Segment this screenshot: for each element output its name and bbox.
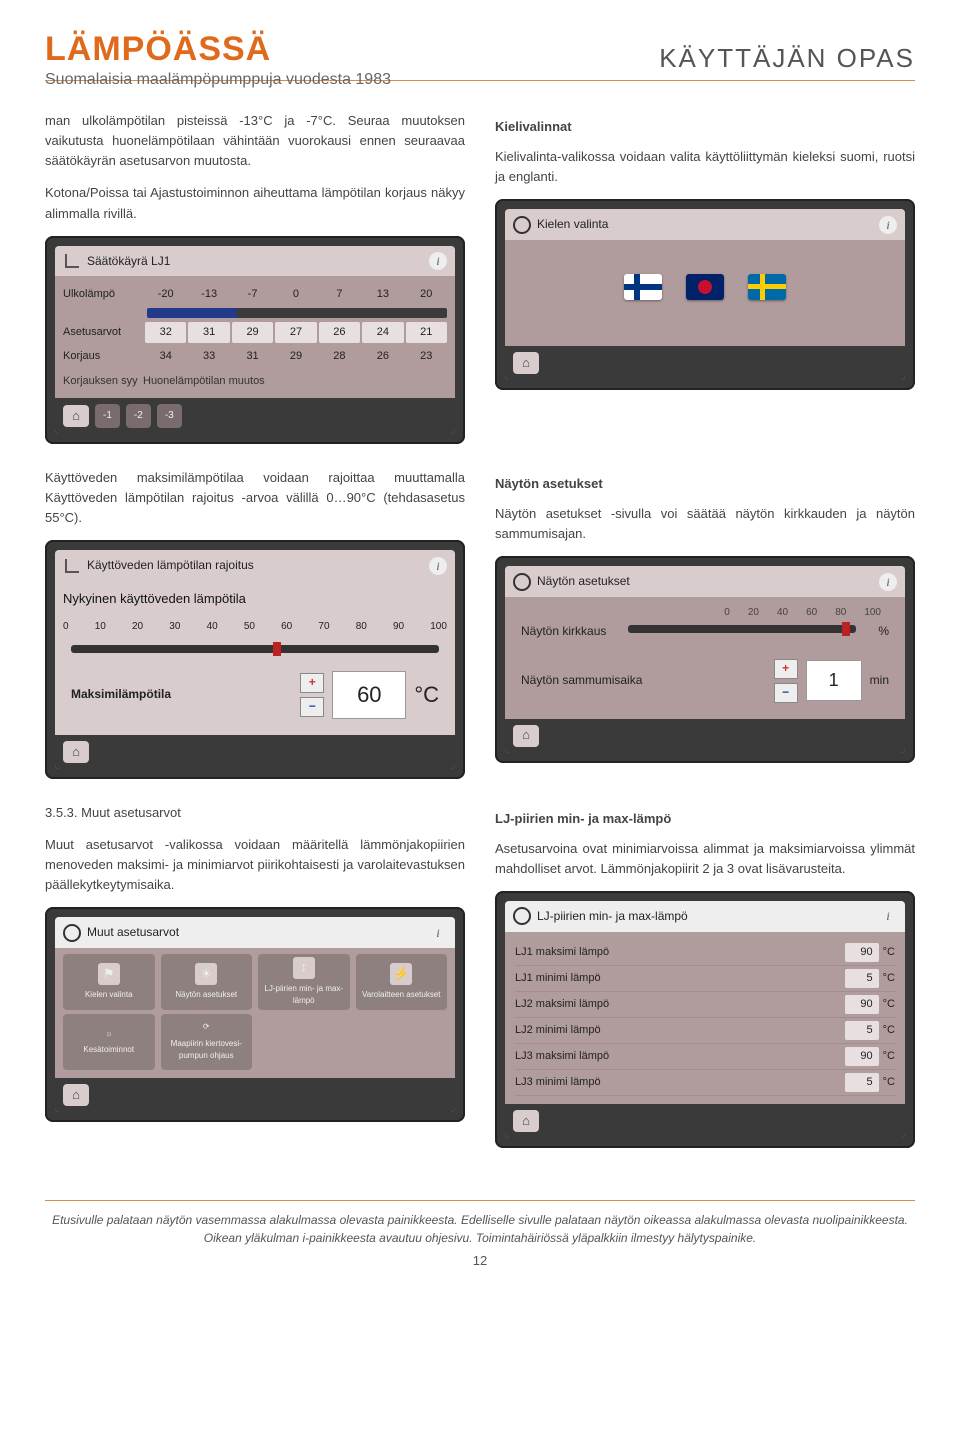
section-title: LJ-piirien min- ja max-lämpö bbox=[495, 809, 915, 829]
flag-fi[interactable] bbox=[624, 274, 662, 300]
info-icon[interactable]: i bbox=[879, 216, 897, 234]
footer-note: Etusivulle palataan näytön vasemmassa al… bbox=[45, 1200, 915, 1247]
section-title: Näytön asetukset bbox=[495, 474, 915, 494]
row-label: Korjauksen syy bbox=[63, 373, 143, 390]
home-button[interactable]: ⌂ bbox=[63, 741, 89, 763]
home-button[interactable]: ⌂ bbox=[63, 1084, 89, 1106]
info-icon[interactable]: i bbox=[879, 573, 897, 591]
minus-button[interactable]: − bbox=[300, 697, 324, 717]
info-icon[interactable]: i bbox=[879, 907, 897, 925]
home-button[interactable]: ⌂ bbox=[513, 725, 539, 747]
brightness-slider[interactable] bbox=[628, 625, 856, 633]
gear-icon bbox=[63, 924, 81, 942]
row-value: Huonelämpötilan muutos bbox=[143, 373, 447, 390]
value-display: 1 bbox=[806, 660, 862, 702]
value-display: 60 bbox=[332, 671, 406, 719]
menu-item[interactable]: ⚑Kielen valinta bbox=[63, 954, 155, 1010]
chart-icon bbox=[63, 557, 81, 575]
list-item[interactable]: LJ2 minimi lämpö5°C bbox=[515, 1018, 895, 1044]
chip[interactable]: -2 bbox=[126, 404, 151, 428]
home-button[interactable]: ⌂ bbox=[63, 405, 89, 427]
ui-saatokayra: Säätökäyrä LJ1 i Ulkolämpö -20 -13 -7 0 … bbox=[45, 236, 465, 444]
list-item[interactable]: LJ3 minimi lämpö5°C bbox=[515, 1070, 895, 1096]
panel-title: Säätökäyrä LJ1 bbox=[87, 252, 170, 271]
subsection-title: 3.5.3. Muut asetusarvot bbox=[45, 803, 465, 823]
paragraph: Muut asetusarvot -valikossa voidaan määr… bbox=[45, 835, 465, 895]
unit-label: % bbox=[878, 622, 889, 641]
minus-button[interactable]: − bbox=[774, 683, 798, 703]
paragraph: Näytön asetukset -sivulla voi säätää näy… bbox=[495, 504, 915, 544]
flag-uk[interactable] bbox=[686, 274, 724, 300]
panel-title: Käyttöveden lämpötilan rajoitus bbox=[87, 556, 254, 575]
list-item[interactable]: LJ2 maksimi lämpö90°C bbox=[515, 992, 895, 1018]
gear-icon bbox=[513, 216, 531, 234]
ui-kayttovesi: Käyttöveden lämpötilan rajoitus i Nykyin… bbox=[45, 540, 465, 778]
gear-icon bbox=[513, 573, 531, 591]
panel-title: LJ-piirien min- ja max-lämpö bbox=[537, 907, 688, 926]
info-icon[interactable]: i bbox=[429, 557, 447, 575]
ui-kielen-valinta: Kielen valinta i ⌂ bbox=[495, 199, 915, 390]
paragraph: Kotona/Poissa tai Ajastustoiminnon aiheu… bbox=[45, 183, 465, 223]
temperature-slider[interactable] bbox=[71, 645, 439, 653]
flag-se[interactable] bbox=[748, 274, 786, 300]
list-item[interactable]: LJ3 maksimi lämpö90°C bbox=[515, 1044, 895, 1070]
menu-item[interactable]: ↕LJ-piirien min- ja max-lämpö bbox=[258, 954, 350, 1010]
ui-lj-piirit: LJ-piirien min- ja max-lämpö i LJ1 maksi… bbox=[495, 891, 915, 1148]
menu-item[interactable]: ⟳Maapiirin kiertovesi-pumpun ohjaus bbox=[161, 1014, 253, 1070]
menu-item[interactable]: ☼Kesätoiminnot bbox=[63, 1014, 155, 1070]
plus-button[interactable]: + bbox=[300, 673, 324, 693]
panel-title: Näytön asetukset bbox=[537, 572, 630, 591]
info-icon[interactable]: i bbox=[429, 924, 447, 942]
unit-label: min bbox=[870, 671, 889, 690]
row-label: Korjaus bbox=[63, 348, 143, 365]
home-button[interactable]: ⌂ bbox=[513, 1110, 539, 1132]
gear-icon bbox=[513, 907, 531, 925]
chart-icon bbox=[63, 252, 81, 270]
chip[interactable]: -1 bbox=[95, 404, 120, 428]
row-label: Ulkolämpö bbox=[63, 286, 143, 303]
paragraph: Kielivalinta-valikossa voidaan valita kä… bbox=[495, 147, 915, 187]
home-button[interactable]: ⌂ bbox=[513, 352, 539, 374]
section-title: Kielivalinnat bbox=[495, 117, 915, 137]
paragraph: Asetusarvoina ovat minimiarvoissa alimma… bbox=[495, 839, 915, 879]
menu-item[interactable]: ☀Näytön asetukset bbox=[161, 954, 253, 1010]
field-label: Näytön sammumisaika bbox=[521, 671, 642, 690]
ui-nayton-asetukset: Näytön asetukset i 0 20 40 60 80 100 bbox=[495, 556, 915, 762]
info-icon[interactable]: i bbox=[429, 252, 447, 270]
slider-bar[interactable] bbox=[147, 308, 447, 318]
row-label: Asetusarvot bbox=[63, 324, 143, 341]
menu-item[interactable]: ⚡Varolaitteen asetukset bbox=[356, 954, 448, 1010]
list-item[interactable]: LJ1 minimi lämpö5°C bbox=[515, 966, 895, 992]
paragraph: Käyttöveden maksimilämpötilaa voidaan ra… bbox=[45, 468, 465, 528]
list-item[interactable]: LJ1 maksimi lämpö90°C bbox=[515, 940, 895, 966]
sub-title: Nykyinen käyttöveden lämpötila bbox=[63, 589, 447, 609]
paragraph: man ulkolämpötilan pisteissä -13°C ja -7… bbox=[45, 111, 465, 171]
plus-button[interactable]: + bbox=[774, 659, 798, 679]
page-number: 12 bbox=[45, 1253, 915, 1268]
panel-title: Kielen valinta bbox=[537, 215, 608, 234]
panel-title: Muut asetusarvot bbox=[87, 923, 179, 942]
page-header: LÄMPÖÄSSÄ Suomalaisia maalämpöpumppuja v… bbox=[45, 30, 915, 81]
chip[interactable]: -3 bbox=[157, 404, 182, 428]
ui-muut-asetusarvot: Muut asetusarvot i ⚑Kielen valinta ☀Näyt… bbox=[45, 907, 465, 1122]
unit-label: °C bbox=[414, 678, 439, 712]
field-label: Näytön kirkkaus bbox=[521, 622, 606, 641]
field-label: Maksimilämpötila bbox=[71, 685, 171, 704]
